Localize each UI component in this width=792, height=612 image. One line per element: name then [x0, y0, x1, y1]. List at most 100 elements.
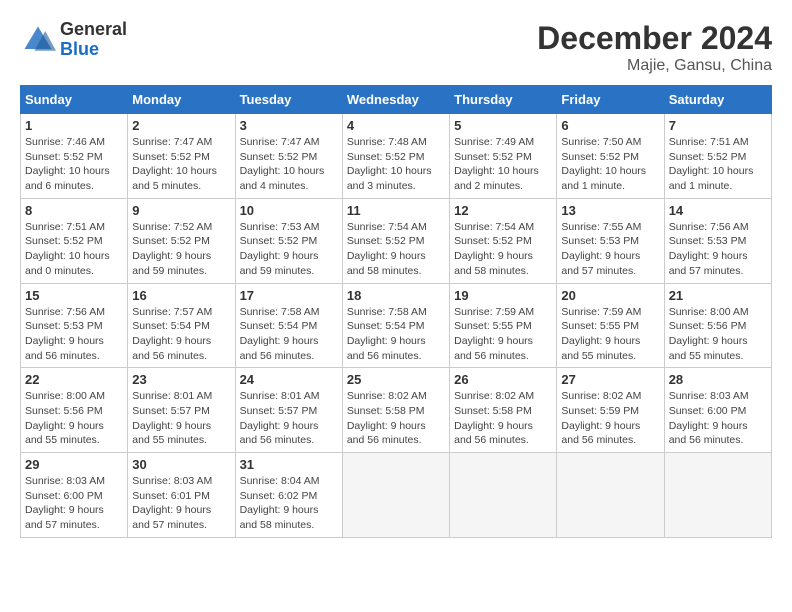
month-year: December 2024 [537, 20, 772, 57]
day-info: Sunrise: 8:02 AM Sunset: 5:58 PM Dayligh… [454, 389, 552, 448]
calendar-header-saturday: Saturday [664, 86, 771, 114]
calendar-header-tuesday: Tuesday [235, 86, 342, 114]
calendar-header-thursday: Thursday [450, 86, 557, 114]
day-info: Sunrise: 7:54 AM Sunset: 5:52 PM Dayligh… [347, 220, 445, 279]
day-info: Sunrise: 7:49 AM Sunset: 5:52 PM Dayligh… [454, 135, 552, 194]
day-number: 30 [132, 457, 230, 472]
day-number: 20 [561, 288, 659, 303]
day-number: 5 [454, 118, 552, 133]
header: General Blue December 2024 Majie, Gansu,… [20, 20, 772, 75]
day-number: 24 [240, 372, 338, 387]
calendar-cell: 12 Sunrise: 7:54 AM Sunset: 5:52 PM Dayli… [450, 198, 557, 283]
calendar-cell: 9 Sunrise: 7:52 AM Sunset: 5:52 PM Daylig… [128, 198, 235, 283]
day-number: 22 [25, 372, 123, 387]
calendar-cell: 4 Sunrise: 7:48 AM Sunset: 5:52 PM Daylig… [342, 114, 449, 199]
calendar-cell: 3 Sunrise: 7:47 AM Sunset: 5:52 PM Daylig… [235, 114, 342, 199]
day-number: 1 [25, 118, 123, 133]
logo-blue: Blue [60, 39, 99, 59]
day-number: 19 [454, 288, 552, 303]
day-info: Sunrise: 8:00 AM Sunset: 5:56 PM Dayligh… [25, 389, 123, 448]
calendar-cell: 2Sunrise: 7:47 AM Sunset: 5:52 PM Daylig… [128, 114, 235, 199]
day-number: 14 [669, 203, 767, 218]
day-info: Sunrise: 7:52 AM Sunset: 5:52 PM Dayligh… [132, 220, 230, 279]
day-number: 7 [669, 118, 767, 133]
day-number: 2 [132, 118, 230, 133]
calendar-header-friday: Friday [557, 86, 664, 114]
day-number: 6 [561, 118, 659, 133]
calendar-cell: 19 Sunrise: 7:59 AM Sunset: 5:55 PM Dayli… [450, 283, 557, 368]
calendar-week-3: 15 Sunrise: 7:56 AM Sunset: 5:53 PM Dayli… [21, 283, 772, 368]
calendar-cell: 31Sunrise: 8:04 AM Sunset: 6:02 PM Dayli… [235, 453, 342, 538]
day-info: Sunrise: 7:48 AM Sunset: 5:52 PM Dayligh… [347, 135, 445, 194]
calendar-header-sunday: Sunday [21, 86, 128, 114]
day-info: Sunrise: 7:46 AM Sunset: 5:52 PM Dayligh… [25, 135, 123, 194]
calendar-cell: 11Sunrise: 7:54 AM Sunset: 5:52 PM Dayli… [342, 198, 449, 283]
logo-icon [20, 22, 56, 58]
calendar-header-row: SundayMondayTuesdayWednesdayThursdayFrid… [21, 86, 772, 114]
calendar-cell: 28Sunrise: 8:03 AM Sunset: 6:00 PM Dayli… [664, 368, 771, 453]
day-info: Sunrise: 7:57 AM Sunset: 5:54 PM Dayligh… [132, 305, 230, 364]
day-number: 13 [561, 203, 659, 218]
day-info: Sunrise: 8:02 AM Sunset: 5:59 PM Dayligh… [561, 389, 659, 448]
day-info: Sunrise: 8:01 AM Sunset: 5:57 PM Dayligh… [240, 389, 338, 448]
day-info: Sunrise: 7:53 AM Sunset: 5:52 PM Dayligh… [240, 220, 338, 279]
day-info: Sunrise: 8:03 AM Sunset: 6:01 PM Dayligh… [132, 474, 230, 533]
day-info: Sunrise: 7:56 AM Sunset: 5:53 PM Dayligh… [669, 220, 767, 279]
day-number: 16 [132, 288, 230, 303]
day-info: Sunrise: 7:59 AM Sunset: 5:55 PM Dayligh… [561, 305, 659, 364]
day-info: Sunrise: 7:47 AM Sunset: 5:52 PM Dayligh… [240, 135, 338, 194]
calendar-cell: 18 Sunrise: 7:58 AM Sunset: 5:54 PM Dayli… [342, 283, 449, 368]
calendar-cell: 17 Sunrise: 7:58 AM Sunset: 5:54 PM Dayli… [235, 283, 342, 368]
day-info: Sunrise: 7:58 AM Sunset: 5:54 PM Dayligh… [347, 305, 445, 364]
location: Majie, Gansu, China [537, 57, 772, 75]
calendar-cell: 24 Sunrise: 8:01 AM Sunset: 5:57 PM Dayli… [235, 368, 342, 453]
calendar-cell: 8 Sunrise: 7:51 AM Sunset: 5:52 PM Daylig… [21, 198, 128, 283]
day-info: Sunrise: 8:02 AM Sunset: 5:58 PM Dayligh… [347, 389, 445, 448]
day-info: Sunrise: 7:56 AM Sunset: 5:53 PM Dayligh… [25, 305, 123, 364]
calendar-week-1: 1 Sunrise: 7:46 AM Sunset: 5:52 PM Daylig… [21, 114, 772, 199]
calendar-cell: 14 Sunrise: 7:56 AM Sunset: 5:53 PM Dayli… [664, 198, 771, 283]
day-info: Sunrise: 8:04 AM Sunset: 6:02 PM Dayligh… [240, 474, 338, 533]
calendar-cell: 5 Sunrise: 7:49 AM Sunset: 5:52 PM Daylig… [450, 114, 557, 199]
calendar-cell: 13Sunrise: 7:55 AM Sunset: 5:53 PM Dayli… [557, 198, 664, 283]
day-number: 15 [25, 288, 123, 303]
day-info: Sunrise: 7:54 AM Sunset: 5:52 PM Dayligh… [454, 220, 552, 279]
day-number: 18 [347, 288, 445, 303]
day-number: 17 [240, 288, 338, 303]
day-info: Sunrise: 7:58 AM Sunset: 5:54 PM Dayligh… [240, 305, 338, 364]
calendar-cell: 29Sunrise: 8:03 AM Sunset: 6:00 PM Dayli… [21, 453, 128, 538]
day-number: 25 [347, 372, 445, 387]
day-info: Sunrise: 8:01 AM Sunset: 5:57 PM Dayligh… [132, 389, 230, 448]
calendar-header-monday: Monday [128, 86, 235, 114]
calendar-cell: 27 Sunrise: 8:02 AM Sunset: 5:59 PM Dayli… [557, 368, 664, 453]
day-number: 27 [561, 372, 659, 387]
calendar-week-2: 8 Sunrise: 7:51 AM Sunset: 5:52 PM Daylig… [21, 198, 772, 283]
calendar-cell: 23Sunrise: 8:01 AM Sunset: 5:57 PM Dayli… [128, 368, 235, 453]
calendar-cell: 21Sunrise: 8:00 AM Sunset: 5:56 PM Dayli… [664, 283, 771, 368]
day-number: 28 [669, 372, 767, 387]
calendar-cell: 16 Sunrise: 7:57 AM Sunset: 5:54 PM Dayli… [128, 283, 235, 368]
day-number: 4 [347, 118, 445, 133]
calendar: SundayMondayTuesdayWednesdayThursdayFrid… [20, 85, 772, 538]
day-info: Sunrise: 7:59 AM Sunset: 5:55 PM Dayligh… [454, 305, 552, 364]
day-number: 3 [240, 118, 338, 133]
day-number: 9 [132, 203, 230, 218]
calendar-cell: 6 Sunrise: 7:50 AM Sunset: 5:52 PM Daylig… [557, 114, 664, 199]
day-number: 8 [25, 203, 123, 218]
day-info: Sunrise: 7:51 AM Sunset: 5:52 PM Dayligh… [25, 220, 123, 279]
calendar-cell: 10 Sunrise: 7:53 AM Sunset: 5:52 PM Dayli… [235, 198, 342, 283]
logo-text: General Blue [60, 20, 127, 60]
day-number: 12 [454, 203, 552, 218]
logo: General Blue [20, 20, 127, 60]
logo-general: General [60, 19, 127, 39]
calendar-cell: 15 Sunrise: 7:56 AM Sunset: 5:53 PM Dayli… [21, 283, 128, 368]
day-number: 10 [240, 203, 338, 218]
calendar-cell: 22 Sunrise: 8:00 AM Sunset: 5:56 PM Dayli… [21, 368, 128, 453]
calendar-week-4: 22 Sunrise: 8:00 AM Sunset: 5:56 PM Dayli… [21, 368, 772, 453]
day-info: Sunrise: 7:50 AM Sunset: 5:52 PM Dayligh… [561, 135, 659, 194]
calendar-cell [557, 453, 664, 538]
day-info: Sunrise: 8:03 AM Sunset: 6:00 PM Dayligh… [25, 474, 123, 533]
calendar-week-5: 29Sunrise: 8:03 AM Sunset: 6:00 PM Dayli… [21, 453, 772, 538]
title-section: December 2024 Majie, Gansu, China [537, 20, 772, 75]
day-info: Sunrise: 7:51 AM Sunset: 5:52 PM Dayligh… [669, 135, 767, 194]
